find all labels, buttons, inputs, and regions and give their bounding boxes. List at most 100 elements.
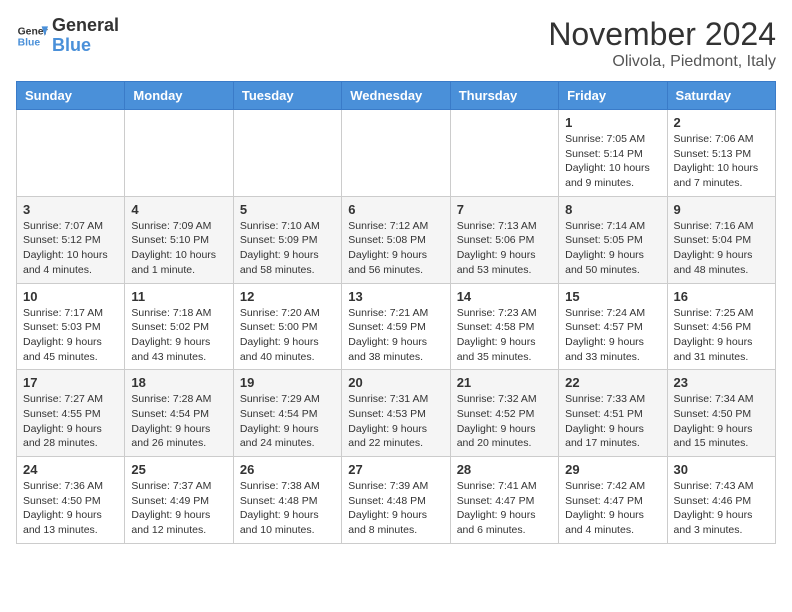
- calendar-cell: [125, 110, 233, 197]
- day-number: 19: [240, 375, 335, 390]
- day-info: Sunrise: 7:43 AM Sunset: 4:46 PM Dayligh…: [674, 479, 769, 538]
- calendar-cell: 24 Sunrise: 7:36 AM Sunset: 4:50 PM Dayli…: [17, 457, 125, 544]
- day-info: Sunrise: 7:38 AM Sunset: 4:48 PM Dayligh…: [240, 479, 335, 538]
- page-header: General Blue General Blue November 2024 …: [16, 16, 776, 71]
- calendar-day-header: Monday: [125, 82, 233, 110]
- day-info: Sunrise: 7:17 AM Sunset: 5:03 PM Dayligh…: [23, 306, 118, 365]
- day-number: 28: [457, 462, 552, 477]
- day-info: Sunrise: 7:18 AM Sunset: 5:02 PM Dayligh…: [131, 306, 226, 365]
- day-number: 23: [674, 375, 769, 390]
- calendar-header-row: SundayMondayTuesdayWednesdayThursdayFrid…: [17, 82, 776, 110]
- calendar-cell: [233, 110, 341, 197]
- day-number: 25: [131, 462, 226, 477]
- day-number: 26: [240, 462, 335, 477]
- calendar-cell: 19Sunrise: 7:29 AM Sunset: 4:54 PM Dayli…: [233, 370, 341, 457]
- day-number: 17: [23, 375, 118, 390]
- calendar-cell: 9 Sunrise: 7:16 AM Sunset: 5:04 PM Daylig…: [667, 196, 775, 283]
- calendar-cell: 18Sunrise: 7:28 AM Sunset: 4:54 PM Dayli…: [125, 370, 233, 457]
- day-info: Sunrise: 7:41 AM Sunset: 4:47 PM Dayligh…: [457, 479, 552, 538]
- day-info: Sunrise: 7:25 AM Sunset: 4:56 PM Dayligh…: [674, 306, 769, 365]
- day-info: Sunrise: 7:37 AM Sunset: 4:49 PM Dayligh…: [131, 479, 226, 538]
- calendar-day-header: Sunday: [17, 82, 125, 110]
- day-info: Sunrise: 7:12 AM Sunset: 5:08 PM Dayligh…: [348, 219, 443, 278]
- logo-icon: General Blue: [16, 20, 48, 52]
- calendar-table: SundayMondayTuesdayWednesdayThursdayFrid…: [16, 81, 776, 544]
- calendar-cell: 15 Sunrise: 7:24 AM Sunset: 4:57 PM Dayli…: [559, 283, 667, 370]
- day-info: Sunrise: 7:36 AM Sunset: 4:50 PM Dayligh…: [23, 479, 118, 538]
- calendar-cell: 26 Sunrise: 7:38 AM Sunset: 4:48 PM Dayli…: [233, 457, 341, 544]
- day-info: Sunrise: 7:21 AM Sunset: 4:59 PM Dayligh…: [348, 306, 443, 365]
- day-info: Sunrise: 7:20 AM Sunset: 5:00 PM Dayligh…: [240, 306, 335, 365]
- day-number: 21: [457, 375, 552, 390]
- day-info: Sunrise: 7:34 AM Sunset: 4:50 PM Dayligh…: [674, 392, 769, 451]
- day-number: 13: [348, 289, 443, 304]
- calendar-day-header: Friday: [559, 82, 667, 110]
- day-number: 5: [240, 202, 335, 217]
- day-info: Sunrise: 7:07 AM Sunset: 5:12 PM Dayligh…: [23, 219, 118, 278]
- calendar-cell: 5 Sunrise: 7:10 AM Sunset: 5:09 PM Daylig…: [233, 196, 341, 283]
- day-info: Sunrise: 7:32 AM Sunset: 4:52 PM Dayligh…: [457, 392, 552, 451]
- day-info: Sunrise: 7:14 AM Sunset: 5:05 PM Dayligh…: [565, 219, 660, 278]
- calendar-week-row: 24 Sunrise: 7:36 AM Sunset: 4:50 PM Dayli…: [17, 457, 776, 544]
- calendar-cell: 22Sunrise: 7:33 AM Sunset: 4:51 PM Dayli…: [559, 370, 667, 457]
- calendar-cell: 30 Sunrise: 7:43 AM Sunset: 4:46 PM Dayli…: [667, 457, 775, 544]
- calendar-day-header: Wednesday: [342, 82, 450, 110]
- calendar-cell: 16 Sunrise: 7:25 AM Sunset: 4:56 PM Dayli…: [667, 283, 775, 370]
- day-number: 1: [565, 115, 660, 130]
- calendar-day-header: Thursday: [450, 82, 558, 110]
- calendar-cell: 12 Sunrise: 7:20 AM Sunset: 5:00 PM Dayli…: [233, 283, 341, 370]
- day-number: 29: [565, 462, 660, 477]
- day-number: 16: [674, 289, 769, 304]
- calendar-cell: 7 Sunrise: 7:13 AM Sunset: 5:06 PM Daylig…: [450, 196, 558, 283]
- day-info: Sunrise: 7:06 AM Sunset: 5:13 PM Dayligh…: [674, 132, 769, 191]
- calendar-week-row: 3 Sunrise: 7:07 AM Sunset: 5:12 PM Daylig…: [17, 196, 776, 283]
- day-info: Sunrise: 7:31 AM Sunset: 4:53 PM Dayligh…: [348, 392, 443, 451]
- calendar-cell: 25 Sunrise: 7:37 AM Sunset: 4:49 PM Dayli…: [125, 457, 233, 544]
- calendar-cell: 2 Sunrise: 7:06 AM Sunset: 5:13 PM Daylig…: [667, 110, 775, 197]
- logo: General Blue General Blue: [16, 16, 119, 56]
- day-number: 2: [674, 115, 769, 130]
- calendar-cell: [450, 110, 558, 197]
- calendar-day-header: Tuesday: [233, 82, 341, 110]
- day-number: 27: [348, 462, 443, 477]
- day-number: 15: [565, 289, 660, 304]
- calendar-day-header: Saturday: [667, 82, 775, 110]
- day-number: 3: [23, 202, 118, 217]
- calendar-cell: 20Sunrise: 7:31 AM Sunset: 4:53 PM Dayli…: [342, 370, 450, 457]
- calendar-cell: 23 Sunrise: 7:34 AM Sunset: 4:50 PM Dayli…: [667, 370, 775, 457]
- day-number: 12: [240, 289, 335, 304]
- calendar-cell: 17 Sunrise: 7:27 AM Sunset: 4:55 PM Dayli…: [17, 370, 125, 457]
- day-number: 8: [565, 202, 660, 217]
- logo-text: General Blue: [52, 16, 119, 56]
- calendar-week-row: 1 Sunrise: 7:05 AM Sunset: 5:14 PM Daylig…: [17, 110, 776, 197]
- day-info: Sunrise: 7:16 AM Sunset: 5:04 PM Dayligh…: [674, 219, 769, 278]
- calendar-cell: [17, 110, 125, 197]
- day-number: 7: [457, 202, 552, 217]
- day-info: Sunrise: 7:33 AM Sunset: 4:51 PM Dayligh…: [565, 392, 660, 451]
- day-info: Sunrise: 7:23 AM Sunset: 4:58 PM Dayligh…: [457, 306, 552, 365]
- day-info: Sunrise: 7:13 AM Sunset: 5:06 PM Dayligh…: [457, 219, 552, 278]
- calendar-cell: [342, 110, 450, 197]
- day-info: Sunrise: 7:09 AM Sunset: 5:10 PM Dayligh…: [131, 219, 226, 278]
- day-info: Sunrise: 7:28 AM Sunset: 4:54 PM Dayligh…: [131, 392, 226, 451]
- day-info: Sunrise: 7:39 AM Sunset: 4:48 PM Dayligh…: [348, 479, 443, 538]
- day-number: 9: [674, 202, 769, 217]
- calendar-cell: 11 Sunrise: 7:18 AM Sunset: 5:02 PM Dayli…: [125, 283, 233, 370]
- calendar-cell: 8 Sunrise: 7:14 AM Sunset: 5:05 PM Daylig…: [559, 196, 667, 283]
- day-info: Sunrise: 7:42 AM Sunset: 4:47 PM Dayligh…: [565, 479, 660, 538]
- day-info: Sunrise: 7:27 AM Sunset: 4:55 PM Dayligh…: [23, 392, 118, 451]
- day-number: 4: [131, 202, 226, 217]
- day-number: 30: [674, 462, 769, 477]
- day-info: Sunrise: 7:24 AM Sunset: 4:57 PM Dayligh…: [565, 306, 660, 365]
- calendar-cell: 3 Sunrise: 7:07 AM Sunset: 5:12 PM Daylig…: [17, 196, 125, 283]
- calendar-week-row: 10Sunrise: 7:17 AM Sunset: 5:03 PM Dayli…: [17, 283, 776, 370]
- calendar-cell: 1 Sunrise: 7:05 AM Sunset: 5:14 PM Daylig…: [559, 110, 667, 197]
- day-number: 11: [131, 289, 226, 304]
- calendar-cell: 27 Sunrise: 7:39 AM Sunset: 4:48 PM Dayli…: [342, 457, 450, 544]
- day-number: 24: [23, 462, 118, 477]
- day-info: Sunrise: 7:05 AM Sunset: 5:14 PM Dayligh…: [565, 132, 660, 191]
- calendar-cell: 4 Sunrise: 7:09 AM Sunset: 5:10 PM Daylig…: [125, 196, 233, 283]
- calendar-cell: 10Sunrise: 7:17 AM Sunset: 5:03 PM Dayli…: [17, 283, 125, 370]
- calendar-cell: 6Sunrise: 7:12 AM Sunset: 5:08 PM Daylig…: [342, 196, 450, 283]
- day-info: Sunrise: 7:10 AM Sunset: 5:09 PM Dayligh…: [240, 219, 335, 278]
